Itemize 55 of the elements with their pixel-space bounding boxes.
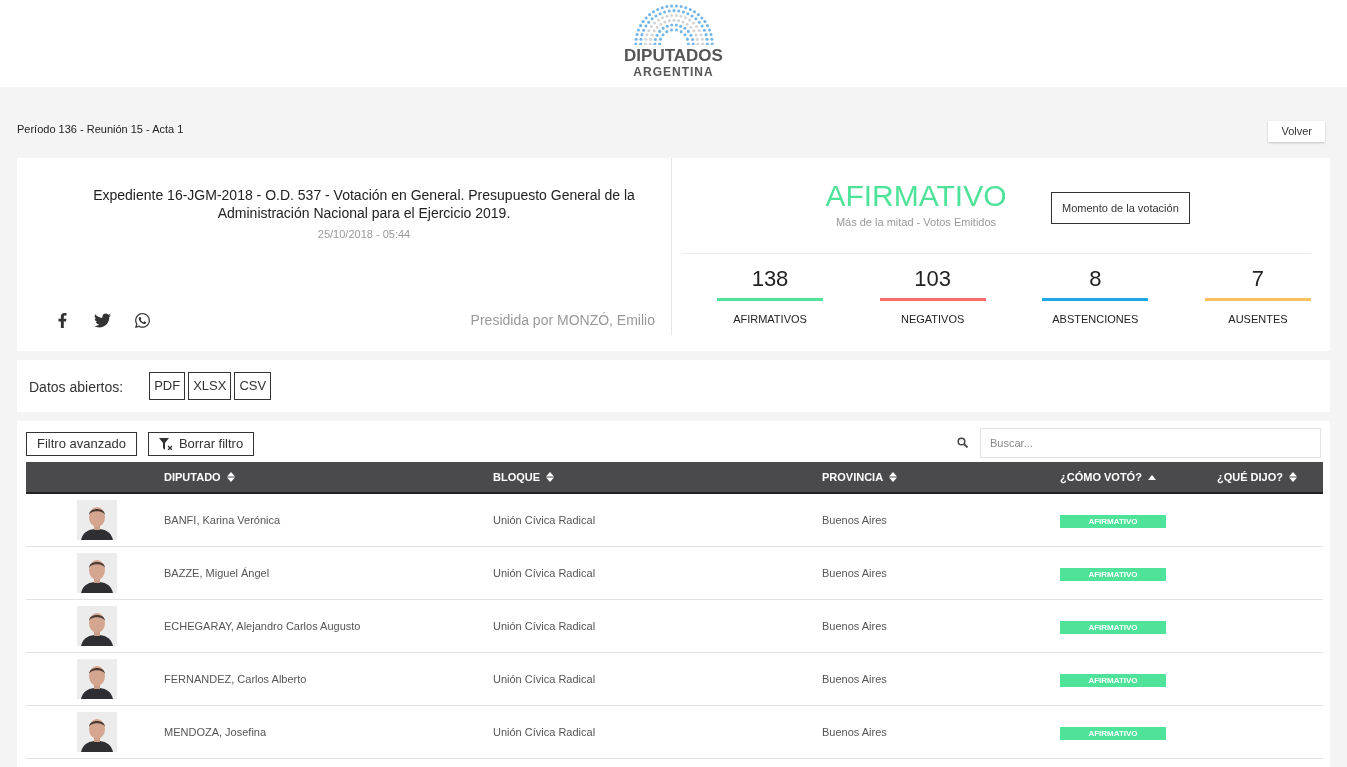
breadcrumb: Período 136 - Reunión 15 - Acta 1	[17, 122, 184, 138]
stat-value: 7	[1251, 266, 1265, 292]
province-cell-text: Buenos Aires	[822, 512, 888, 528]
clear-filter-button[interactable]: Borrar filtro	[147, 431, 255, 456]
presided-by: Presidida por MONZÓ, Emilio	[470, 311, 655, 330]
stat-label: ABSTENCIONES	[1052, 312, 1139, 327]
vote-badge: AFIRMATIVO	[1060, 514, 1166, 528]
result-note: Más de la mitad - Votos Emitidos	[835, 215, 997, 230]
deputy-name: MENDOZA, Josefina	[164, 724, 268, 740]
search-field[interactable]: Buscar...	[980, 427, 1321, 458]
vote-date: 25/10/2018 - 05:44	[316, 227, 412, 242]
twitter-icon[interactable]	[94, 312, 111, 329]
open-data-label: Datos abiertos:	[29, 377, 124, 397]
download-button[interactable]: PDF	[149, 372, 186, 400]
bloc-cell-text: Unión Cívica Radical	[493, 724, 597, 740]
download-button[interactable]: XLSX	[188, 372, 232, 400]
column-header[interactable]: ¿CÓMO VOTÓ?	[1060, 468, 1142, 486]
vote-result: AFIRMATIVO	[825, 180, 1007, 212]
facebook-icon[interactable]	[55, 313, 70, 328]
back-button[interactable]: Volver	[1268, 121, 1325, 142]
bloc-cell-text: Unión Cívica Radical	[493, 565, 597, 581]
search-icon	[957, 437, 968, 448]
logo-subtitle: ARGENTINA	[633, 65, 714, 79]
province-cell-text: Buenos Aires	[822, 724, 888, 740]
stat-value: 138	[751, 266, 789, 292]
moment-button[interactable]: Momento de la votación	[1051, 192, 1190, 224]
stat-value: 103	[914, 266, 951, 292]
deputy-name: FERNANDEZ, Carlos Alberto	[164, 671, 308, 687]
vote-badge: AFIRMATIVO	[1060, 726, 1166, 740]
advanced-filter-button[interactable]: Filtro avanzado	[26, 431, 137, 456]
deputy-name: ECHEGARAY, Alejandro Carlos Augusto	[164, 618, 362, 634]
bloc-cell-text: Unión Cívica Radical	[493, 512, 597, 528]
stat-label: AFIRMATIVOS	[733, 312, 807, 327]
column-header[interactable]: PROVINCIA	[822, 468, 884, 486]
filter-clear-icon	[158, 437, 173, 450]
column-header[interactable]: BLOQUE	[493, 468, 541, 486]
vote-title: Expediente 16-JGM-2018 - O.D. 537 - Votación en General. Presupuesto General de la Administración Nacional para el Ejercicio 2019.	[92, 186, 636, 222]
province-cell-text: Buenos Aires	[822, 565, 888, 581]
province-cell-text: Buenos Aires	[822, 618, 888, 634]
vote-badge: AFIRMATIVO	[1060, 567, 1166, 581]
logo-title: DIPUTADOS	[624, 47, 723, 65]
province-cell-text: Buenos Aires	[822, 671, 888, 687]
vote-badge: AFIRMATIVO	[1060, 620, 1166, 634]
deputy-name: BANFI, Karina Verónica	[164, 512, 282, 528]
column-header[interactable]: ¿QUÉ DIJO?	[1217, 468, 1283, 486]
stat-label: NEGATIVOS	[900, 312, 965, 327]
whatsapp-icon[interactable]	[134, 312, 151, 329]
stat-label: AUSENTES	[1228, 312, 1288, 327]
deputy-name: BAZZE, Miguel Ángel	[164, 565, 271, 581]
vote-badge: AFIRMATIVO	[1060, 673, 1166, 687]
column-header[interactable]: DIPUTADO	[164, 468, 221, 486]
bloc-cell-text: Unión Cívica Radical	[493, 618, 597, 634]
stat-value: 8	[1089, 266, 1102, 292]
download-button[interactable]: CSV	[234, 372, 272, 400]
bloc-cell-text: Unión Cívica Radical	[493, 671, 597, 687]
